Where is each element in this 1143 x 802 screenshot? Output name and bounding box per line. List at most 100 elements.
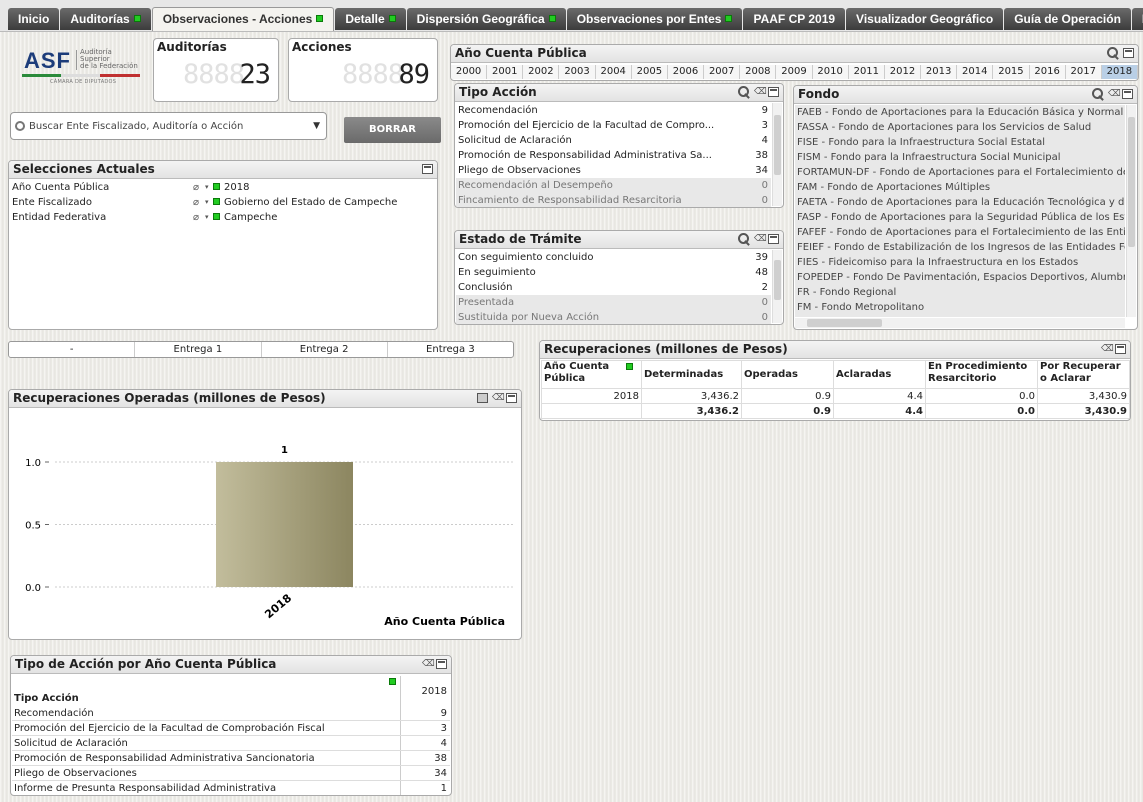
year-option-2017[interactable]: 2017: [1065, 65, 1102, 79]
tab-6[interactable]: PAAF CP 2019: [743, 8, 846, 30]
current-selection-row[interactable]: Entidad Federativa ⌀ ▾ Campeche: [11, 210, 435, 225]
table-row[interactable]: Pliego de Observaciones 34: [12, 766, 450, 781]
chevron-down-icon[interactable]: ▾: [205, 195, 209, 210]
fondo-item[interactable]: FAM - Fondo de Aportaciones Múltiples: [795, 180, 1125, 195]
column-header[interactable]: En Procedimiento Resarcitorio: [925, 360, 1038, 389]
year-option-2002[interactable]: 2002: [523, 65, 560, 79]
fondo-item[interactable]: FAETA - Fondo de Aportaciones para la Ed…: [795, 195, 1125, 210]
fondo-item[interactable]: FOPEDEP - Fondo De Pavimentación, Espaci…: [795, 270, 1125, 285]
year-option-2006[interactable]: 2006: [667, 65, 705, 79]
search-icon[interactable]: [737, 232, 751, 246]
list-item[interactable]: Recomendación 9: [456, 103, 771, 118]
search-icon[interactable]: [1091, 87, 1105, 101]
year-option-2016[interactable]: 2016: [1029, 65, 1066, 79]
clear-selection-icon[interactable]: ⌫: [754, 233, 767, 245]
tab-5[interactable]: Observaciones por Entes: [566, 8, 743, 30]
tab-1[interactable]: Auditorías: [60, 8, 151, 30]
minimize-icon[interactable]: [506, 393, 517, 403]
column-header[interactable]: Aclaradas: [833, 360, 926, 389]
minimize-icon[interactable]: [1123, 48, 1134, 58]
chevron-down-icon[interactable]: ▾: [205, 180, 209, 195]
list-item[interactable]: Promoción del Ejercicio de la Facultad d…: [456, 118, 771, 133]
tab-8[interactable]: Guía de Operación: [1004, 8, 1131, 30]
table-row[interactable]: Promoción del Ejercicio de la Facultad d…: [12, 721, 450, 736]
year-option-2009[interactable]: 2009: [776, 65, 813, 79]
fondo-item[interactable]: FAEB - Fondo de Aportaciones para la Edu…: [795, 105, 1125, 120]
year-option-2001[interactable]: 2001: [487, 65, 524, 79]
tab-2[interactable]: Observaciones - Acciones: [151, 7, 335, 31]
search-icon[interactable]: [1106, 46, 1120, 60]
list-item[interactable]: Promoción de Responsabilidad Administrat…: [456, 148, 771, 163]
list-item[interactable]: Presentada 0: [456, 295, 771, 310]
tab-9[interactable]: Bús: [1131, 8, 1143, 30]
tab-0[interactable]: Inicio: [8, 8, 60, 30]
list-item[interactable]: En seguimiento 48: [456, 265, 771, 280]
search-icon[interactable]: [737, 85, 751, 99]
tab-7[interactable]: Visualizador Geográfico: [846, 8, 1004, 30]
fondo-item[interactable]: FASSA - Fondo de Aportaciones para los S…: [795, 120, 1125, 135]
clear-selection-icon[interactable]: ⌫: [492, 392, 505, 404]
year-option-2014[interactable]: 2014: [957, 65, 994, 79]
year-option-2010[interactable]: 2010: [812, 65, 849, 79]
year-option-2015[interactable]: 2015: [993, 65, 1030, 79]
table-row[interactable]: Promoción de Responsabilidad Administrat…: [12, 751, 450, 766]
clear-button[interactable]: BORRAR: [344, 117, 441, 143]
scrollbar-thumb[interactable]: [774, 115, 781, 175]
table-row[interactable]: 2018 3,436.2 0.9 4.4 0.0 3,430.9: [541, 388, 1130, 404]
fondo-item[interactable]: FASP - Fondo de Aportaciones para la Seg…: [795, 210, 1125, 225]
clear-selection-icon[interactable]: ⌫: [1108, 88, 1121, 100]
year-option-2003[interactable]: 2003: [559, 65, 596, 79]
list-item[interactable]: Con seguimiento concluido 39: [456, 250, 771, 265]
list-item[interactable]: Conclusión 2: [456, 280, 771, 295]
eraser-icon[interactable]: ⌀: [193, 210, 199, 225]
fondo-item[interactable]: FR - Fondo Regional: [795, 285, 1125, 300]
year-option-2018[interactable]: 2018: [1101, 65, 1138, 79]
column-header[interactable]: Por Recuperar o Aclarar: [1037, 360, 1130, 389]
list-item[interactable]: Solicitud de Aclaración 4: [456, 133, 771, 148]
year-option-2004[interactable]: 2004: [595, 65, 632, 79]
chevron-down-icon[interactable]: ▾: [205, 210, 209, 225]
eraser-icon[interactable]: ⌀: [193, 180, 199, 195]
current-selection-row[interactable]: Ente Fiscalizado ⌀ ▾ Gobierno del Estado de…: [11, 195, 435, 210]
fondo-item[interactable]: FEIEF - Fondo de Estabilización de los I…: [795, 240, 1125, 255]
year-option-2011[interactable]: 2011: [848, 65, 885, 79]
entrega-option-0[interactable]: -: [9, 342, 136, 357]
clear-selection-icon[interactable]: ⌫: [422, 658, 435, 670]
year-option-2013[interactable]: 2013: [921, 65, 958, 79]
eraser-icon[interactable]: ⌀: [193, 195, 199, 210]
scrollbar[interactable]: [772, 250, 782, 323]
tab-4[interactable]: Dispersión Geográfica: [406, 8, 566, 30]
table-row[interactable]: Solicitud de Aclaración 4: [12, 736, 450, 751]
list-item[interactable]: Pliego de Observaciones 34: [456, 163, 771, 178]
minimize-icon[interactable]: [436, 659, 447, 669]
current-selection-row[interactable]: Año Cuenta Pública ⌀ ▾ 2018: [11, 180, 435, 195]
entrega-option-1[interactable]: Entrega 1: [135, 342, 262, 357]
minimize-icon[interactable]: [768, 87, 779, 97]
minimize-icon[interactable]: [1115, 344, 1126, 354]
minimize-icon[interactable]: [1122, 89, 1133, 99]
bar[interactable]: [216, 462, 353, 587]
clear-selection-icon[interactable]: ⌫: [1101, 343, 1114, 355]
scrollbar[interactable]: [772, 103, 782, 206]
column-header[interactable]: Año Cuenta Pública: [541, 360, 642, 389]
scrollbar[interactable]: [1126, 105, 1136, 317]
column-header[interactable]: Operadas: [741, 360, 834, 389]
entrega-option-2[interactable]: Entrega 2: [262, 342, 388, 357]
column-header[interactable]: Determinadas: [641, 360, 742, 389]
fondo-item[interactable]: FIES - Fideicomiso para la Infraestructu…: [795, 255, 1125, 270]
table-row[interactable]: Recomendación 9: [12, 706, 450, 721]
clear-selection-icon[interactable]: ⌫: [754, 86, 767, 98]
scrollbar-thumb[interactable]: [774, 260, 781, 300]
list-item[interactable]: Sustituida por Nueva Acción 0: [456, 310, 771, 324]
search-dropdown[interactable]: Buscar Ente Fiscalizado, Auditoría o Acc…: [10, 112, 327, 140]
fondo-item[interactable]: FORTAMUN-DF - Fondo de Aportaciones para…: [795, 165, 1125, 180]
year-option-2012[interactable]: 2012: [884, 65, 922, 79]
entrega-option-3[interactable]: Entrega 3: [388, 342, 513, 357]
export-icon[interactable]: [477, 393, 488, 403]
year-option-2005[interactable]: 2005: [631, 65, 668, 79]
scrollbar-thumb[interactable]: [1128, 117, 1135, 247]
list-item[interactable]: Fincamiento de Responsabilidad Resarcito…: [456, 193, 771, 207]
year-option-2007[interactable]: 2007: [704, 65, 741, 79]
minimize-icon[interactable]: [422, 164, 433, 174]
year-option-2008[interactable]: 2008: [740, 65, 777, 79]
